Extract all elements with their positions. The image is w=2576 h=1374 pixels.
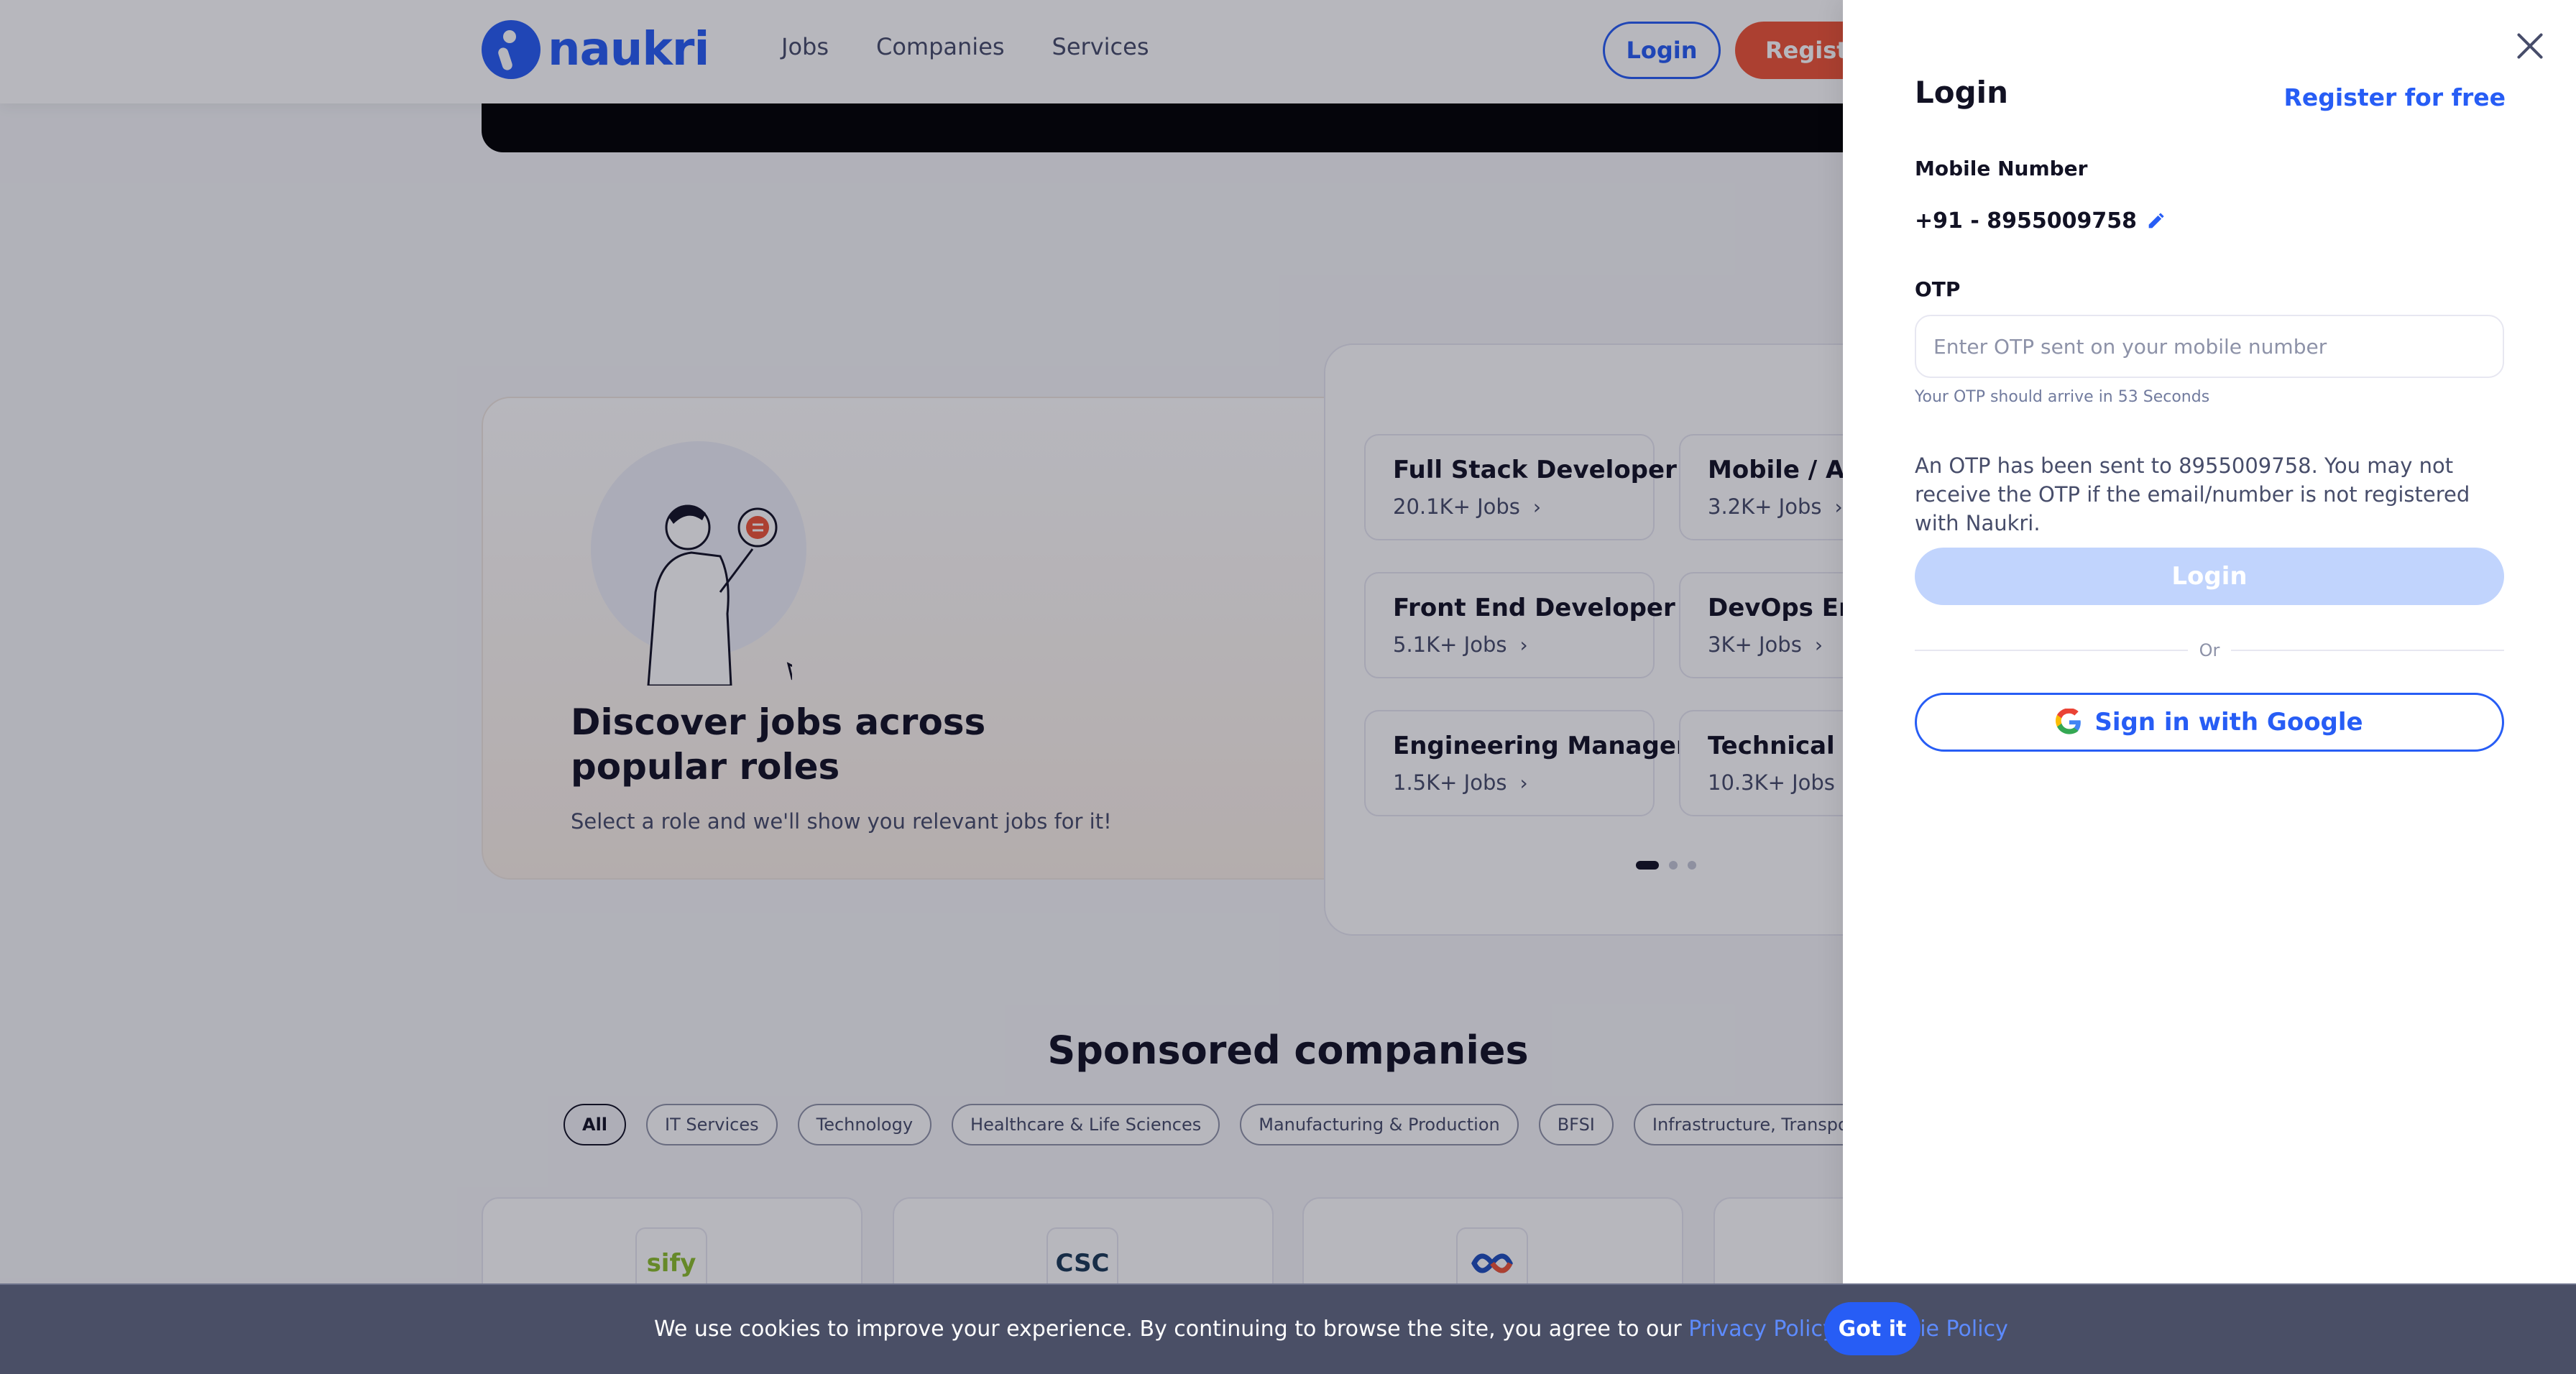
login-submit-button[interactable]: Login bbox=[1915, 548, 2504, 605]
divider-line bbox=[1915, 650, 2188, 651]
privacy-policy-link[interactable]: Privacy Policy bbox=[1688, 1317, 1835, 1342]
mobile-number-display: +91 - 8955009758 bbox=[1915, 208, 2166, 234]
login-drawer: Login Register for free Mobile Number +9… bbox=[1843, 0, 2576, 1374]
register-for-free-link[interactable]: Register for free bbox=[2284, 83, 2506, 111]
google-g-icon bbox=[2056, 709, 2082, 734]
otp-timer-text: Your OTP should arrive in 53 Seconds bbox=[1915, 388, 2210, 406]
otp-label: OTP bbox=[1915, 277, 1961, 301]
cookie-message: We use cookies to improve your experienc… bbox=[654, 1317, 2008, 1342]
divider-line bbox=[2231, 650, 2505, 651]
or-text: Or bbox=[2199, 640, 2220, 660]
mobile-number-value: +91 - 8955009758 bbox=[1915, 208, 2137, 234]
google-button-label: Sign in with Google bbox=[2094, 708, 2363, 737]
drawer-title: Login bbox=[1915, 75, 2008, 110]
otp-info-note: An OTP has been sent to 8955009758. You … bbox=[1915, 453, 2470, 535]
cookie-message-text: We use cookies to improve your experienc… bbox=[654, 1317, 1689, 1342]
sign-in-with-google-button[interactable]: Sign in with Google bbox=[1915, 693, 2504, 752]
cookie-accept-button[interactable]: Got it bbox=[1824, 1302, 1920, 1355]
mobile-number-label: Mobile Number bbox=[1915, 157, 2088, 180]
otp-input[interactable] bbox=[1915, 315, 2504, 378]
cookie-consent-banner: We use cookies to improve your experienc… bbox=[0, 1283, 2576, 1374]
edit-pencil-icon[interactable] bbox=[2145, 211, 2166, 231]
or-divider: Or bbox=[1915, 640, 2505, 661]
close-icon[interactable] bbox=[2513, 29, 2547, 63]
